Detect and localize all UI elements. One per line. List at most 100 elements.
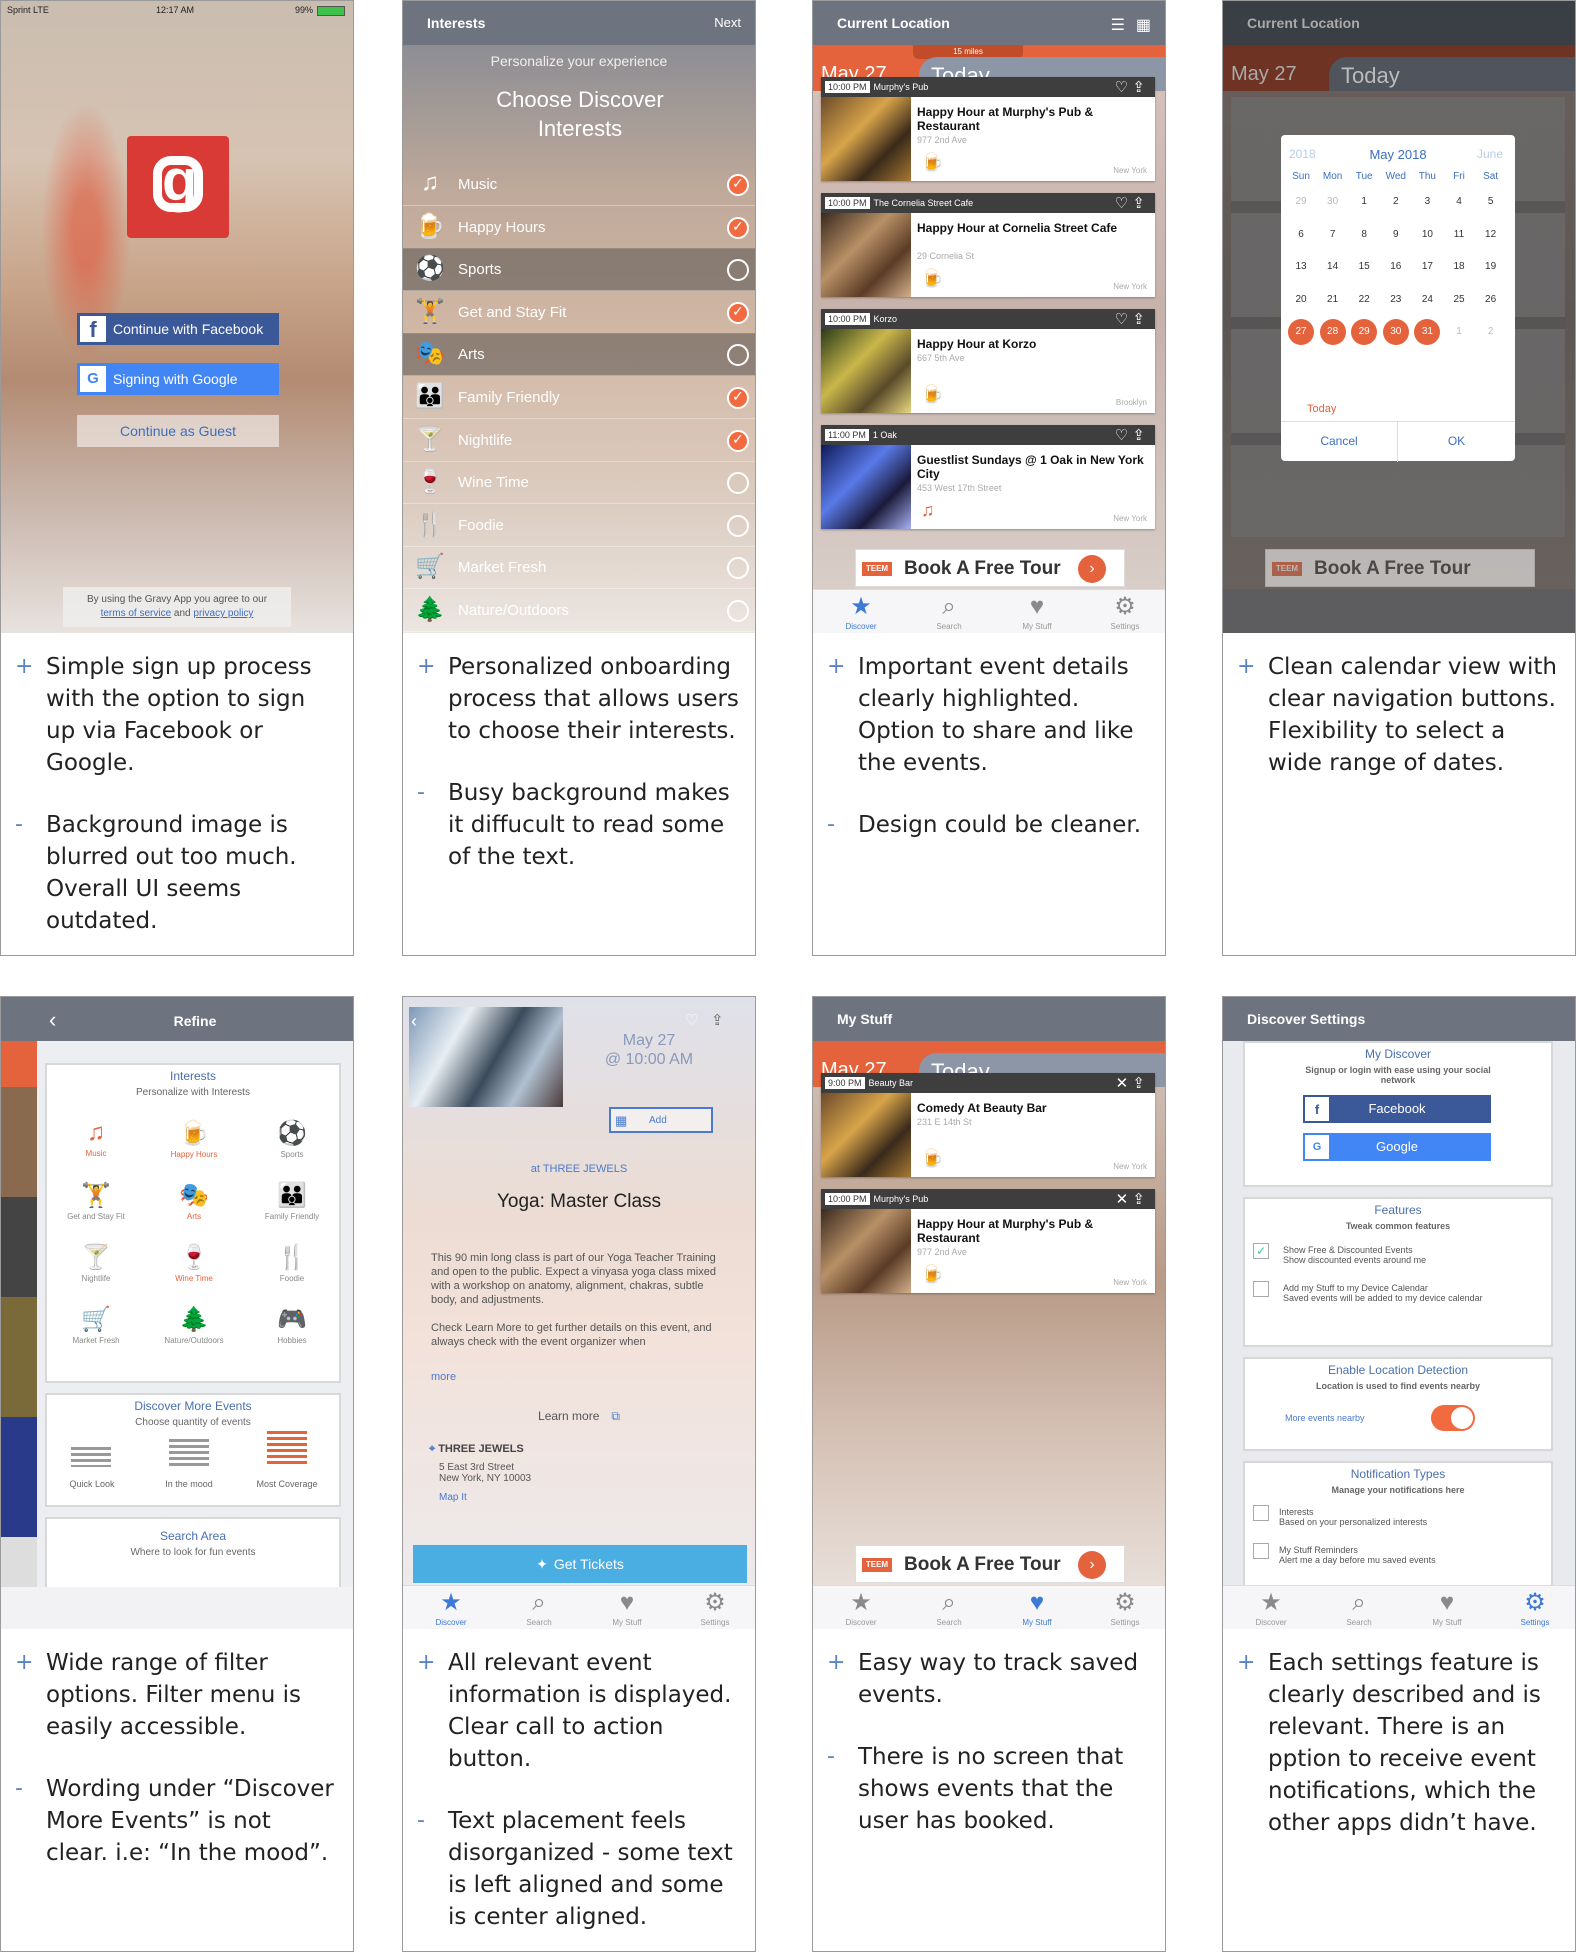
- event-card[interactable]: 11:00 PM 1 Oak ♡ ⇪ Guestlist Sundays @ 1 Oa…: [821, 425, 1155, 529]
- day-cell[interactable]: 25: [1446, 287, 1472, 313]
- heart-icon[interactable]: ♡: [1115, 195, 1128, 212]
- day-cell[interactable]: 10: [1414, 222, 1440, 248]
- tab-discover[interactable]: ★ Discover: [1231, 1588, 1311, 1627]
- interest-checkbox[interactable]: [727, 344, 749, 367]
- tab-my-stuff[interactable]: ♥ My Stuff: [997, 1588, 1077, 1627]
- day-cell[interactable]: 20: [1288, 287, 1314, 313]
- interest-row[interactable]: 👪 Family Friendly: [403, 376, 755, 419]
- location-toggle[interactable]: [1431, 1405, 1475, 1431]
- day-cell[interactable]: 14: [1320, 254, 1346, 280]
- day-cell[interactable]: 2: [1383, 189, 1409, 215]
- selected-day[interactable]: 31: [1414, 319, 1441, 345]
- refine-interest[interactable]: 🎮 Hobbies: [243, 1305, 341, 1345]
- interest-row[interactable]: ⚽ Sports: [403, 248, 755, 292]
- event-card[interactable]: 10:00 PM The Cornelia Street Cafe ♡ ⇪ Happy…: [821, 193, 1155, 297]
- facebook-login-button[interactable]: f Facebook: [1303, 1095, 1491, 1123]
- interest-checkbox[interactable]: [727, 557, 749, 580]
- cancel-button[interactable]: Cancel: [1281, 422, 1398, 462]
- day-cell[interactable]: 6: [1288, 222, 1314, 248]
- tab-my-stuff[interactable]: ♥ My Stuff: [587, 1588, 667, 1627]
- google-signup-button[interactable]: G Signing with Google: [77, 363, 279, 395]
- event-card[interactable]: 10:00 PM Korzo ♡ ⇪ Happy Hour at Korzo 667 5…: [821, 309, 1155, 413]
- day-cell[interactable]: 2: [1478, 319, 1504, 345]
- back-chevron-icon[interactable]: ‹: [411, 1011, 417, 1032]
- tab-search[interactable]: ⌕ Search: [1319, 1588, 1399, 1627]
- calendar-sync-checkbox[interactable]: [1253, 1281, 1269, 1297]
- day-cell[interactable]: 18: [1446, 254, 1472, 280]
- facebook-signup-button[interactable]: f Continue with Facebook: [77, 313, 279, 345]
- refine-interest[interactable]: ♫ Music: [47, 1119, 145, 1158]
- refine-interest[interactable]: 🍷 Wine Time: [145, 1243, 243, 1283]
- day-cell[interactable]: 26: [1478, 287, 1504, 313]
- tab-settings[interactable]: ⚙ Settings: [1495, 1588, 1575, 1627]
- selected-day[interactable]: 30: [1382, 319, 1409, 345]
- more-link[interactable]: more: [431, 1371, 456, 1383]
- day-cell[interactable]: 12: [1478, 222, 1504, 248]
- search-area-section[interactable]: Search Area Where to look for fun events: [45, 1517, 341, 1587]
- next-button[interactable]: Next: [714, 15, 741, 30]
- day-cell[interactable]: 7: [1320, 222, 1346, 248]
- share-icon[interactable]: ⇪: [1128, 195, 1145, 212]
- interest-checkbox[interactable]: [727, 429, 749, 452]
- refine-interest[interactable]: ⚽ Sports: [243, 1119, 341, 1159]
- day-cell[interactable]: 1: [1446, 319, 1472, 345]
- get-tickets-button[interactable]: ✦ Get Tickets: [413, 1545, 747, 1583]
- refine-interest[interactable]: 🎭 Arts: [145, 1181, 243, 1221]
- refine-interest[interactable]: 👪 Family Friendly: [243, 1181, 341, 1221]
- day-cell[interactable]: 29: [1288, 189, 1314, 215]
- share-icon[interactable]: ⇪: [1128, 427, 1145, 444]
- day-cell[interactable]: 16: [1383, 254, 1409, 280]
- tab-discover[interactable]: ★ Discover: [411, 1588, 491, 1627]
- selected-day[interactable]: 28: [1319, 319, 1346, 345]
- quick-look-icon[interactable]: [71, 1447, 111, 1467]
- share-icon[interactable]: ⇪: [1128, 1191, 1145, 1208]
- heart-icon[interactable]: ♡: [1115, 79, 1128, 96]
- ad-banner[interactable]: TEEM Book A Free Tour ›: [855, 549, 1125, 587]
- interest-row[interactable]: 🍺 Happy Hours: [403, 206, 755, 249]
- day-cell[interactable]: 24: [1414, 287, 1440, 313]
- interest-row[interactable]: 🏋 Get and Stay Fit: [403, 291, 755, 334]
- in-the-mood-icon[interactable]: [169, 1439, 209, 1467]
- day-cell[interactable]: 3: [1414, 189, 1440, 215]
- refine-interest[interactable]: 🍺 Happy Hours: [145, 1119, 243, 1159]
- day-cell[interactable]: 15: [1351, 254, 1377, 280]
- heart-icon[interactable]: ♡: [685, 1011, 698, 1029]
- day-cell[interactable]: 8: [1351, 222, 1377, 248]
- tab-my-stuff[interactable]: ♥ My Stuff: [1407, 1588, 1487, 1627]
- google-login-button[interactable]: G Google: [1303, 1133, 1491, 1161]
- day-cell[interactable]: 5: [1478, 189, 1504, 215]
- day-cell[interactable]: 21: [1320, 287, 1346, 313]
- filter-icon[interactable]: ☰: [1111, 15, 1125, 35]
- interest-row[interactable]: 🍷 Wine Time: [403, 461, 755, 505]
- interest-checkbox[interactable]: [727, 600, 749, 622]
- interests-notif-checkbox[interactable]: [1253, 1505, 1269, 1521]
- day-cell[interactable]: 9: [1383, 222, 1409, 248]
- share-icon[interactable]: ⇪: [1128, 311, 1145, 328]
- tab-my-stuff[interactable]: ♥ My Stuff: [997, 592, 1077, 631]
- refine-interest[interactable]: 🌲 Nature/Outdoors: [145, 1305, 243, 1345]
- close-icon[interactable]: ✕: [1116, 1191, 1129, 1208]
- interest-checkbox[interactable]: [727, 174, 749, 196]
- tab-settings[interactable]: ⚙ Settings: [675, 1588, 755, 1627]
- interest-checkbox[interactable]: [727, 259, 749, 282]
- heart-icon[interactable]: ♡: [1115, 427, 1128, 444]
- close-icon[interactable]: ✕: [1116, 1075, 1129, 1092]
- day-cell[interactable]: 30: [1320, 189, 1346, 215]
- interest-row[interactable]: ♫ Music: [403, 163, 755, 206]
- tab-settings[interactable]: ⚙ Settings: [1085, 1588, 1165, 1627]
- heart-icon[interactable]: ♡: [1115, 311, 1128, 328]
- event-card[interactable]: 10:00 PM Murphy's Pub ♡ ⇪ Happy Hour at Mur…: [821, 77, 1155, 181]
- tab-search[interactable]: ⌕ Search: [909, 1588, 989, 1627]
- interest-checkbox[interactable]: [727, 472, 749, 495]
- day-cell[interactable]: 1: [1351, 189, 1377, 215]
- day-cell[interactable]: 11: [1446, 222, 1472, 248]
- day-cell[interactable]: 17: [1414, 254, 1440, 280]
- interest-row[interactable]: 🎭 Arts: [403, 333, 755, 377]
- interest-row[interactable]: 🍸 Nightlife: [403, 419, 755, 462]
- interest-row[interactable]: 🌲 Nature/Outdoors: [403, 589, 755, 632]
- calendar-icon[interactable]: ▦: [1136, 15, 1151, 35]
- tab-discover[interactable]: ★ Discover: [821, 1588, 901, 1627]
- interest-checkbox[interactable]: [727, 387, 749, 409]
- day-cell[interactable]: 13: [1288, 254, 1314, 280]
- share-icon[interactable]: ⇪: [1128, 79, 1145, 96]
